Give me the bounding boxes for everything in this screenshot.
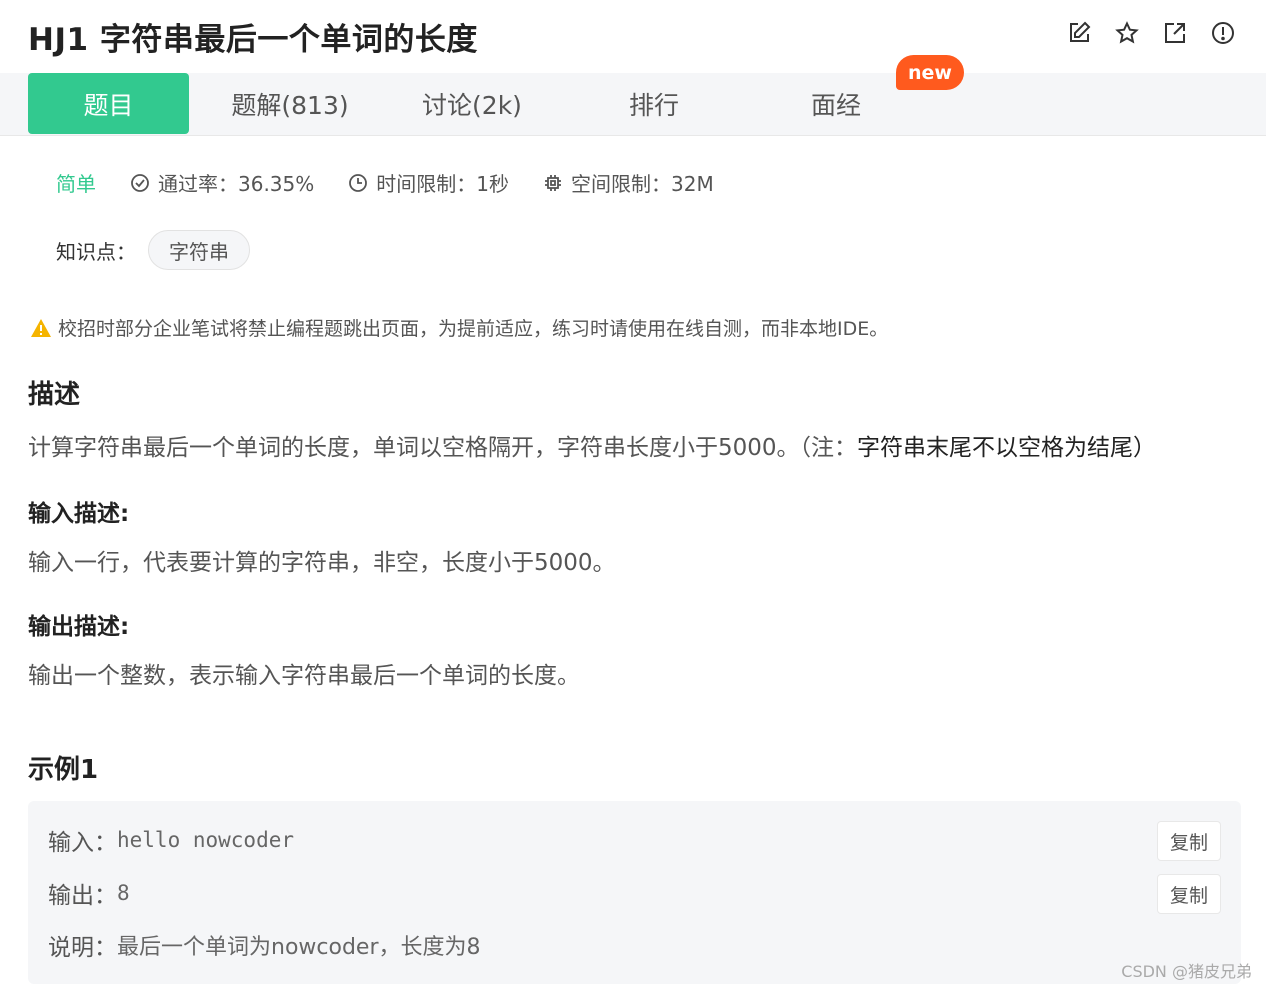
pass-rate-text: 通过率：36.35% [158, 172, 315, 196]
example-heading: 示例1 [28, 755, 99, 785]
copy-input-button[interactable]: 复制 [1157, 821, 1221, 861]
check-circle-icon [131, 173, 149, 192]
tab-solutions[interactable]: 题解(813) [210, 73, 370, 134]
copy-output-button[interactable]: 复制 [1157, 874, 1221, 914]
space-limit-text: 空间限制：32M [571, 172, 714, 196]
tab-ranking[interactable]: 排行 [574, 73, 734, 134]
tab-discussion[interactable]: 讨论(2k) [392, 73, 552, 134]
example-explain-row: 说明： 最后一个单词为nowcoder，长度为8 [48, 928, 481, 962]
output-desc-text: 输出一个整数，表示输入字符串最后一个单词的长度。 [28, 663, 580, 689]
example-explain-value: 最后一个单词为nowcoder，长度为8 [117, 935, 481, 960]
watermark: CSDN @猪皮兄弟 [1121, 962, 1252, 981]
tab-interview[interactable]: 面经 [756, 73, 916, 134]
example-input-row: 输入： hello nowcoder [48, 823, 294, 857]
problem-meta: 简单 通过率：36.35% 时间限制：1秒 空间限制：32M [56, 168, 748, 197]
description-heading: 描述 [28, 380, 81, 410]
header-actions [1066, 20, 1236, 46]
knowledge-tag[interactable]: 字符串 [148, 230, 250, 270]
description-note: 字符串末尾不以空格为结尾） [857, 435, 1157, 461]
output-desc-heading: 输出描述: [28, 614, 130, 640]
input-desc-heading: 输入描述: [28, 501, 130, 527]
time-limit-text: 时间限制：1秒 [376, 172, 509, 196]
knowledge-label: 知识点： [56, 239, 136, 264]
difficulty-label: 简单 [56, 172, 96, 196]
new-badge: new [896, 55, 964, 90]
external-link-icon[interactable] [1162, 20, 1188, 46]
warning-text: 校招时部分企业笔试将禁止编程题跳出页面，为提前适应，练习时请使用在线自测，而非本… [58, 318, 889, 340]
space-limit: 空间限制：32M [543, 168, 714, 197]
chip-icon [545, 174, 561, 191]
time-limit: 时间限制：1秒 [348, 168, 509, 197]
example-output-label: 输出： [48, 883, 117, 909]
example-input-label: 输入： [48, 830, 117, 856]
edit-icon[interactable] [1066, 20, 1092, 46]
clock-icon [349, 173, 368, 192]
warning-notice: 校招时部分企业笔试将禁止编程题跳出页面，为提前适应，练习时请使用在线自测，而非本… [30, 314, 888, 341]
example-explain-label: 说明： [48, 935, 117, 961]
example-output-row: 输出： 8 [48, 876, 130, 910]
warning-icon [31, 318, 51, 337]
description-main: 计算字符串最后一个单词的长度，单词以空格隔开，字符串长度小于5000。（注： [28, 435, 858, 461]
problem-title: HJ1 字符串最后一个单词的长度 [28, 22, 478, 58]
example-output-value: 8 [117, 881, 130, 905]
tab-bar: 题目 题解(813) 讨论(2k) 排行 面经 [0, 73, 1266, 136]
example-box: 输入： hello nowcoder 复制 输出： 8 复制 说明： 最后一个单… [28, 801, 1241, 984]
star-icon[interactable] [1114, 20, 1140, 46]
input-desc-text: 输入一行，代表要计算的字符串，非空，长度小于5000。 [28, 550, 616, 576]
knowledge-points: 知识点： 字符串 [56, 230, 250, 270]
tab-problem[interactable]: 题目 [28, 73, 189, 134]
pass-rate: 通过率：36.35% [130, 168, 314, 197]
example-input-value: hello nowcoder [117, 828, 295, 852]
info-icon[interactable] [1210, 20, 1236, 46]
description-text: 计算字符串最后一个单词的长度，单词以空格隔开，字符串长度小于5000。（注：字符… [28, 428, 1156, 462]
